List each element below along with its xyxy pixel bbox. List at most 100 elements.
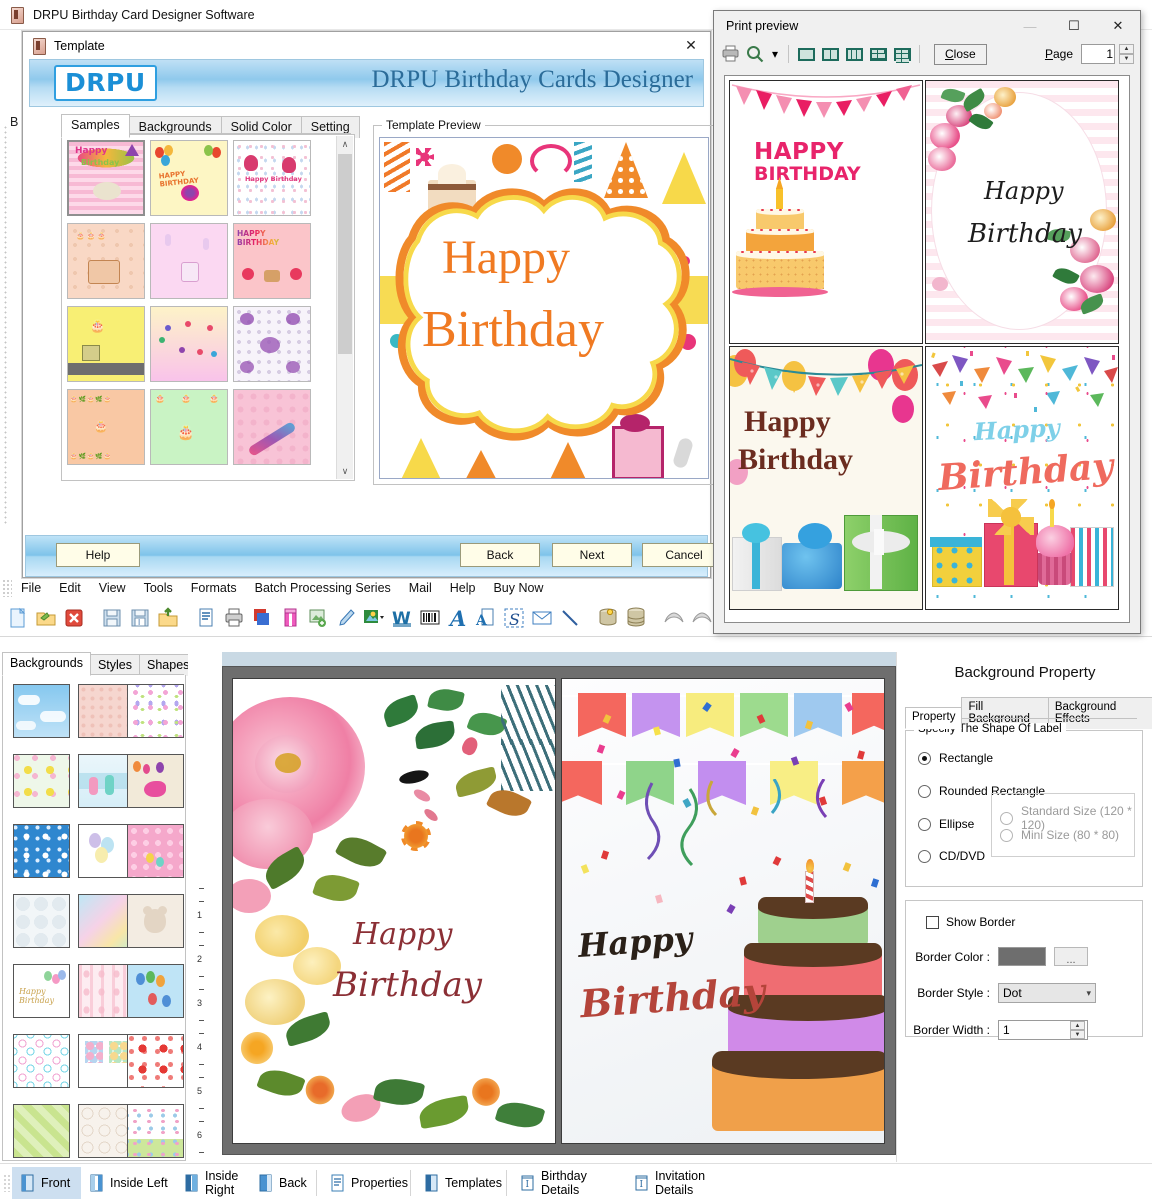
scroll-up-icon[interactable]: ∧ — [337, 136, 353, 152]
template-sample-peach-cake-pattern[interactable]: 🎂 🎂 🎂 — [67, 223, 145, 299]
template-samples-scrollbar[interactable]: ∧ ∨ — [336, 136, 353, 479]
template-sample-pink-candle-light[interactable] — [150, 223, 228, 299]
color-layers-icon[interactable] — [249, 605, 275, 631]
menubar-grip[interactable] — [2, 578, 12, 597]
export-folder-icon[interactable] — [155, 605, 181, 631]
page-number-stepper[interactable]: ▲ ▼ — [1119, 44, 1134, 64]
undo-icon[interactable] — [661, 605, 687, 631]
close-icon[interactable]: ✕ — [1096, 12, 1140, 41]
background-thumb-white-flowers-confetti[interactable] — [127, 684, 184, 738]
menu-formats[interactable]: Formats — [182, 579, 246, 597]
chevron-down-icon[interactable]: ▾ — [768, 44, 782, 64]
menu-mail[interactable]: Mail — [400, 579, 441, 597]
menu-tools[interactable]: Tools — [135, 579, 182, 597]
border-width-stepper[interactable]: ▲ ▼ — [1070, 1021, 1085, 1039]
background-thumb-green-meadow-confetti[interactable] — [127, 1104, 184, 1158]
preview-card-gifts-bunting[interactable]: Happy Birthday — [729, 346, 923, 610]
tab-samples[interactable]: Samples — [61, 114, 130, 138]
scrollbar-thumb[interactable] — [338, 154, 352, 354]
background-thumb-pastel-hearts-outline[interactable] — [13, 1034, 70, 1088]
border-color-swatch[interactable] — [998, 947, 1046, 966]
database-stack-icon[interactable] — [623, 605, 649, 631]
radio-ellipse[interactable]: Ellipse — [918, 817, 974, 831]
border-color-browse-button[interactable]: ... — [1054, 947, 1088, 966]
menu-view[interactable]: View — [90, 579, 135, 597]
page-setup-icon[interactable] — [193, 605, 219, 631]
menu-edit[interactable]: Edit — [50, 579, 90, 597]
two-page-icon[interactable] — [819, 44, 841, 64]
tab-styles[interactable]: Styles — [89, 654, 141, 676]
preview-card-confetti-cupcake[interactable]: Happy Birthday — [925, 346, 1119, 610]
signature-icon[interactable]: S — [501, 605, 527, 631]
bottom-tab-front[interactable]: Front — [12, 1167, 81, 1199]
template-sample-green-cupcake[interactable]: 🎂 🎂 🎂 🎂 — [150, 389, 228, 465]
insert-image-icon[interactable] — [305, 605, 331, 631]
close-icon[interactable]: ✕ — [678, 36, 704, 56]
back-button[interactable]: Back — [460, 543, 540, 567]
maximize-icon[interactable]: ☐ — [1052, 12, 1096, 41]
bottombar-grip[interactable] — [3, 1174, 10, 1192]
background-thumb-teddy-bear-beige[interactable] — [127, 894, 184, 948]
menu-batch-processing-series[interactable]: Batch Processing Series — [246, 579, 400, 597]
zoom-icon[interactable] — [744, 44, 766, 64]
help-button[interactable]: Help — [56, 543, 140, 567]
radio-cd-dvd[interactable]: CD/DVD — [918, 849, 985, 863]
border-style-select[interactable]: Dot ▾ — [998, 983, 1096, 1003]
open-folder-icon[interactable] — [33, 605, 59, 631]
canvas-card-front-cake[interactable]: Happy Birthday — [561, 678, 885, 1144]
template-sample-pink-confetti-dots[interactable] — [150, 306, 228, 382]
close-document-icon[interactable] — [61, 605, 87, 631]
bottom-tab-invitation-details[interactable]: I Invitation Details — [626, 1167, 742, 1199]
canvas-board[interactable]: Happy Birthday Happy Birthday — [222, 666, 896, 1155]
gift-icon[interactable] — [277, 605, 303, 631]
picture-dropdown-icon[interactable] — [361, 605, 387, 631]
template-sample-happy-birthday-balloons-salmon[interactable]: HAPPY BIRTHDAY — [233, 223, 311, 299]
background-thumb-red-hearts-white[interactable] — [127, 1034, 184, 1088]
template-sample-orange-cake-border[interactable]: 🎂🌿🎂🌿🎂 🎂 🎂🌿🎂🌿🎂 — [67, 389, 145, 465]
bottom-tab-properties[interactable]: Properties — [322, 1167, 408, 1199]
print-preview-close-button[interactable]: CCloselose — [934, 43, 987, 65]
minimize-icon[interactable]: — — [1008, 12, 1052, 41]
template-sample-happy-birthday-pink-stripes[interactable]: Happy Birthday — [67, 140, 145, 216]
bottom-tab-inside-left[interactable]: Inside Left — [81, 1167, 176, 1199]
print-preview-sheet[interactable]: HAPPY BIRTHDAY Happy Birthday Happy Birt… — [724, 75, 1130, 623]
radio-mini-size[interactable]: Mini Size (80 * 80) — [1000, 828, 1119, 842]
background-thumb-happy-birthday-white[interactable]: Happy Birthday — [13, 964, 70, 1018]
background-thumb-beige-bird-balloons[interactable] — [127, 754, 184, 808]
bottom-tab-back[interactable]: Back — [250, 1167, 316, 1199]
preview-card-bunting-cake[interactable]: HAPPY BIRTHDAY — [729, 80, 923, 344]
template-samples-panel[interactable]: Happy Birthday HAPPY BIRTHDAY Happy Birt… — [61, 134, 355, 481]
backgrounds-thumbnail-list[interactable]: Happy Birthday — [2, 675, 186, 1161]
bottom-tab-birthday-details[interactable]: I Birthday Details — [512, 1167, 622, 1199]
menu-buy-now[interactable]: Buy Now — [484, 579, 552, 597]
four-page-icon[interactable] — [867, 44, 889, 64]
one-page-icon[interactable] — [795, 44, 817, 64]
pen-icon[interactable] — [333, 605, 359, 631]
text-icon[interactable]: A — [445, 605, 471, 631]
background-thumb-green-diagonal-stripes[interactable] — [13, 1104, 70, 1158]
template-sample-pink-floral-diagonal[interactable] — [233, 389, 311, 465]
menu-help[interactable]: Help — [441, 579, 485, 597]
preview-card-floral-oval[interactable]: Happy Birthday — [925, 80, 1119, 344]
radio-rectangle[interactable]: Rectangle — [918, 751, 993, 765]
bottom-tab-templates[interactable]: Templates — [416, 1167, 504, 1199]
text-file-icon[interactable]: A — [473, 605, 499, 631]
three-page-icon[interactable] — [843, 44, 865, 64]
print-icon[interactable] — [221, 605, 247, 631]
barcode-icon[interactable] — [417, 605, 443, 631]
tab-backgrounds[interactable]: Backgrounds — [2, 652, 91, 676]
background-thumb-blue-sky-clouds[interactable] — [13, 684, 70, 738]
show-border-checkbox[interactable]: Show Border — [926, 915, 1015, 929]
template-sample-minnie-mouse-white[interactable]: Happy Birthday — [233, 140, 311, 216]
save-as-icon[interactable]: I — [127, 605, 153, 631]
watermark-icon[interactable]: W — [389, 605, 415, 631]
email-icon[interactable] — [529, 605, 555, 631]
menu-file[interactable]: File — [12, 579, 50, 597]
line-icon[interactable] — [557, 605, 583, 631]
scroll-down-icon[interactable]: ∨ — [337, 463, 353, 479]
template-sample-white-purple-floral[interactable] — [233, 306, 311, 382]
border-width-input[interactable]: 1 ▲ ▼ — [998, 1020, 1088, 1040]
page-number-input[interactable]: 1 — [1081, 44, 1115, 64]
redo-icon[interactable] — [689, 605, 715, 631]
six-page-icon[interactable] — [891, 44, 913, 64]
